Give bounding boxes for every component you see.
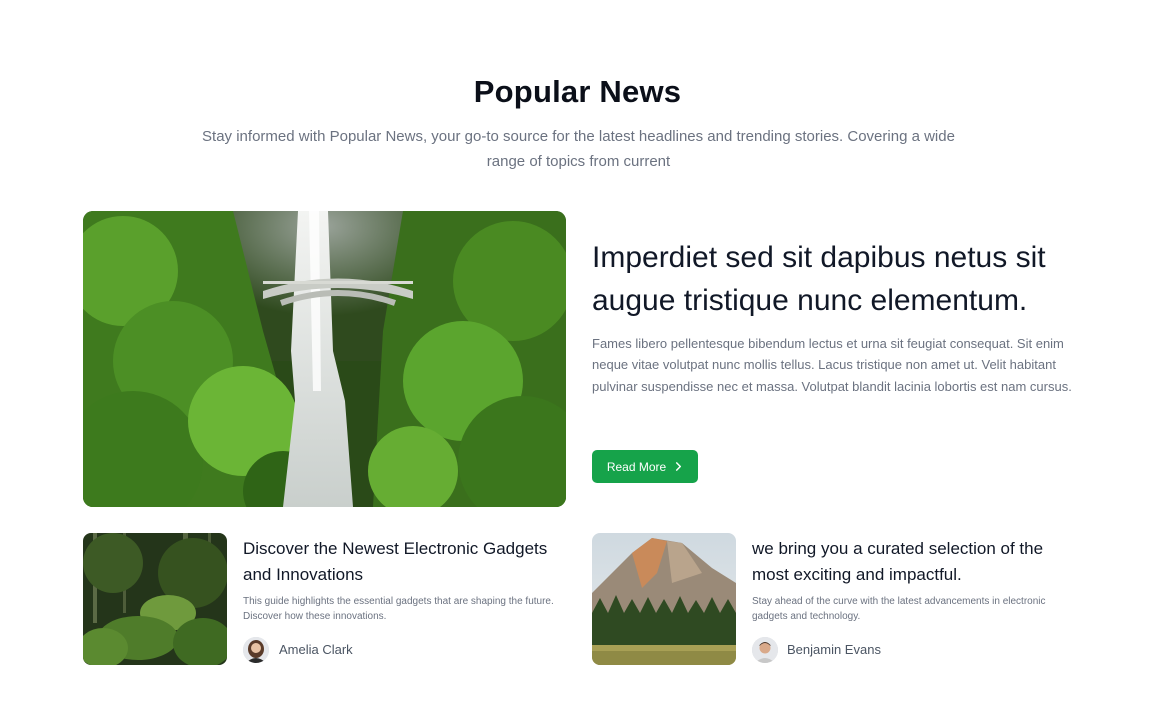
card-title[interactable]: we bring you a curated selection of the … [752,536,1082,588]
read-more-button[interactable]: Read More [592,450,698,483]
section-title: Popular News [473,74,682,109]
card-description: This guide highlights the essential gadg… [243,596,554,622]
avatar [752,637,778,663]
card-description: Stay ahead of the curve with the latest … [752,596,1046,622]
card-image-jungle[interactable] [83,533,227,665]
author-name[interactable]: Amelia Clark [279,637,353,663]
author-name[interactable]: Benjamin Evans [787,637,881,663]
featured-body: Fames libero pellentesque bibendum lectu… [592,336,1072,394]
avatar [243,637,269,663]
featured-image[interactable] [83,211,566,507]
featured-title[interactable]: Imperdiet sed sit dapibus netus sit augu… [592,236,1092,322]
section-subtitle: Stay informed with Popular News, your go… [202,128,955,170]
read-more-label: Read More [606,459,667,474]
card-image-mountain[interactable] [592,533,736,665]
chevron-right-icon [676,462,682,471]
card-title[interactable]: Discover the Newest Electronic Gadgets a… [243,536,573,588]
